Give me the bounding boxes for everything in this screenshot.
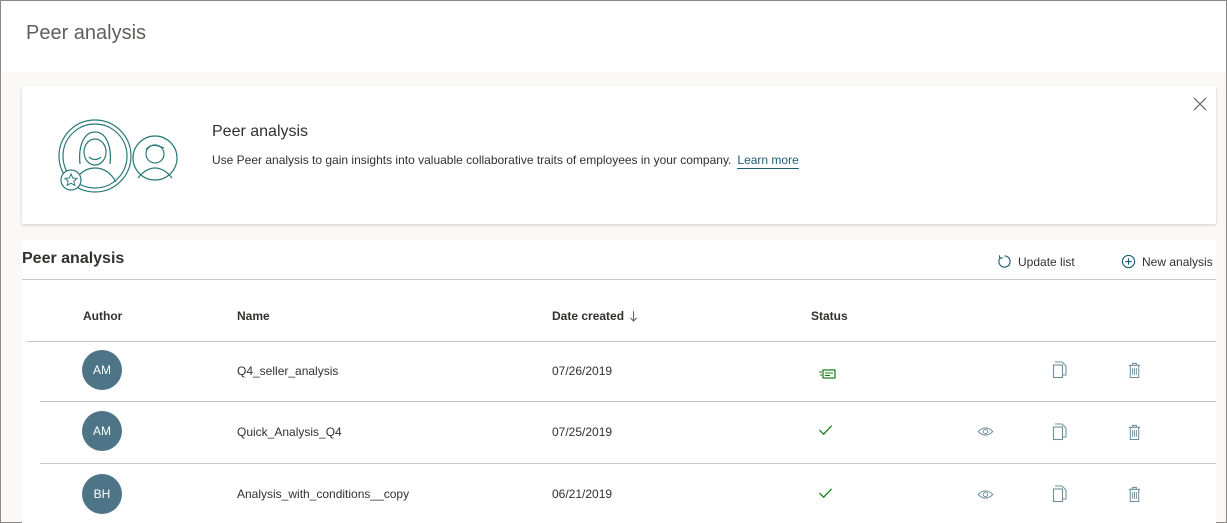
- avatar: BH: [82, 474, 122, 514]
- refresh-icon: [998, 255, 1011, 268]
- date-created: 07/25/2019: [552, 425, 613, 439]
- copy-icon[interactable]: [1052, 423, 1068, 441]
- copy-icon[interactable]: [1052, 361, 1068, 379]
- delete-icon[interactable]: [1127, 423, 1142, 441]
- page-title: Peer analysis: [26, 22, 147, 44]
- update-list-label: Update list: [1018, 254, 1075, 269]
- processing-icon: [819, 369, 836, 379]
- page-header: Peer analysis: [2, 2, 1226, 72]
- column-header-status[interactable]: Status: [811, 309, 848, 323]
- banner-description-text: Use Peer analysis to gain insights into …: [212, 153, 732, 167]
- delete-icon[interactable]: [1127, 485, 1142, 503]
- section-divider: [22, 279, 1216, 280]
- column-header-name[interactable]: Name: [237, 309, 270, 323]
- update-list-button[interactable]: Update list: [997, 254, 1075, 269]
- view-icon[interactable]: [977, 426, 994, 437]
- table-row[interactable]: AM Quick_Analysis_Q4 07/25/2019: [22, 402, 1216, 462]
- info-banner: Peer analysis Use Peer analysis to gain …: [22, 86, 1216, 224]
- new-analysis-label: New analysis: [1142, 254, 1213, 269]
- date-created-label: Date created: [552, 309, 625, 323]
- add-circle-icon: [1121, 254, 1136, 269]
- checkmark-icon: [818, 488, 833, 499]
- close-icon[interactable]: [1192, 96, 1208, 112]
- sort-descending-icon: [630, 310, 638, 322]
- table-row[interactable]: BH Analysis_with_conditions__copy 06/21/…: [22, 464, 1216, 523]
- analysis-name: Analysis_with_conditions__copy: [237, 487, 410, 501]
- analysis-list-panel: Peer analysis Update list New analysis A…: [22, 240, 1216, 523]
- column-header-author[interactable]: Author: [83, 309, 122, 323]
- peer-people-illustration-icon: [58, 119, 178, 193]
- analysis-name: Q4_seller_analysis: [237, 364, 339, 378]
- banner-title: Peer analysis: [212, 123, 309, 140]
- new-analysis-button[interactable]: New analysis: [1121, 254, 1213, 269]
- banner-description: Use Peer analysis to gain insights into …: [212, 153, 799, 169]
- view-icon[interactable]: [977, 489, 994, 500]
- date-created: 06/21/2019: [552, 487, 613, 501]
- delete-icon[interactable]: [1127, 361, 1142, 379]
- learn-more-link[interactable]: Learn more: [737, 153, 799, 169]
- avatar: AM: [82, 411, 122, 451]
- section-title: Peer analysis: [22, 250, 125, 267]
- checkmark-icon: [818, 425, 833, 436]
- avatar: AM: [82, 350, 122, 390]
- column-header-date-created[interactable]: Date created: [552, 309, 638, 323]
- table-row[interactable]: AM Q4_seller_analysis 07/26/2019: [22, 341, 1216, 401]
- analysis-name: Quick_Analysis_Q4: [237, 425, 342, 439]
- date-created: 07/26/2019: [552, 364, 613, 378]
- copy-icon[interactable]: [1052, 485, 1068, 503]
